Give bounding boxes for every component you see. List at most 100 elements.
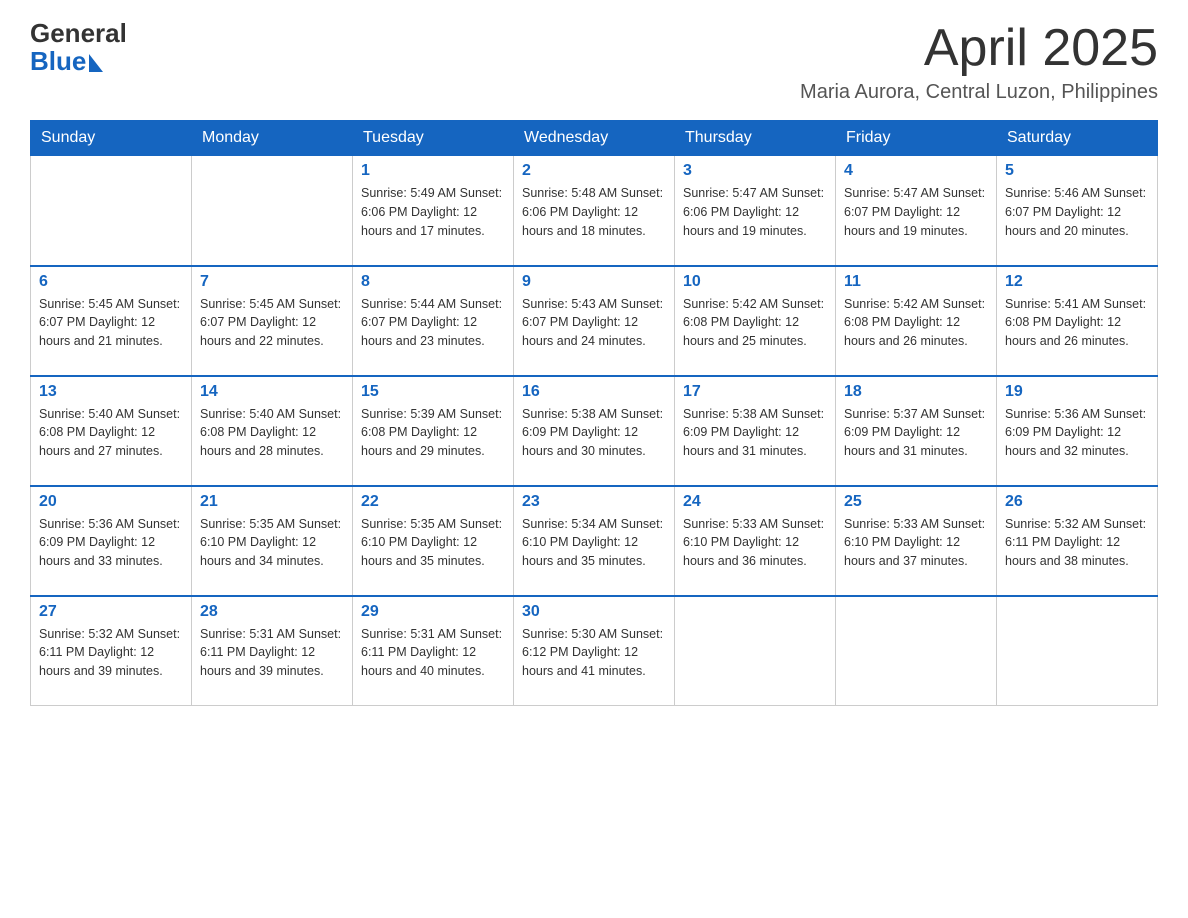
- day-number: 14: [200, 383, 344, 401]
- day-number: 23: [522, 493, 666, 511]
- calendar-header-friday: Friday: [836, 121, 997, 156]
- calendar-header-saturday: Saturday: [997, 121, 1158, 156]
- day-info: Sunrise: 5:49 AM Sunset: 6:06 PM Dayligh…: [361, 184, 505, 240]
- calendar-cell: 18 Sunrise: 5:37 AM Sunset: 6:09 PM Dayli…: [836, 376, 997, 486]
- day-info: Sunrise: 5:32 AM Sunset: 6:11 PM Dayligh…: [1005, 515, 1149, 571]
- calendar-cell: 29 Sunrise: 5:31 AM Sunset: 6:11 PM Dayli…: [353, 596, 514, 706]
- day-number: 4: [844, 162, 988, 180]
- day-number: 25: [844, 493, 988, 511]
- calendar-cell: 25 Sunrise: 5:33 AM Sunset: 6:10 PM Dayli…: [836, 486, 997, 596]
- calendar-cell: 19 Sunrise: 5:36 AM Sunset: 6:09 PM Dayli…: [997, 376, 1158, 486]
- day-info: Sunrise: 5:38 AM Sunset: 6:09 PM Dayligh…: [683, 405, 827, 461]
- calendar-cell: 26Sunrise: 5:32 AM Sunset: 6:11 PM Dayli…: [997, 486, 1158, 596]
- day-info: Sunrise: 5:33 AM Sunset: 6:10 PM Dayligh…: [844, 515, 988, 571]
- calendar-cell: 9Sunrise: 5:43 AM Sunset: 6:07 PM Daylig…: [514, 266, 675, 376]
- calendar-header-thursday: Thursday: [675, 121, 836, 156]
- calendar-cell: [192, 156, 353, 266]
- day-number: 1: [361, 162, 505, 180]
- calendar-cell: 1 Sunrise: 5:49 AM Sunset: 6:06 PM Daylig…: [353, 156, 514, 266]
- day-number: 15: [361, 383, 505, 401]
- calendar-week-row: 6 Sunrise: 5:45 AM Sunset: 6:07 PM Daylig…: [31, 266, 1158, 376]
- day-info: Sunrise: 5:42 AM Sunset: 6:08 PM Dayligh…: [683, 295, 827, 351]
- calendar-table: SundayMondayTuesdayWednesdayThursdayFrid…: [30, 120, 1158, 706]
- calendar-cell: 11Sunrise: 5:42 AM Sunset: 6:08 PM Dayli…: [836, 266, 997, 376]
- calendar-cell: [31, 156, 192, 266]
- day-number: 8: [361, 273, 505, 291]
- day-number: 28: [200, 603, 344, 621]
- day-number: 11: [844, 273, 988, 291]
- calendar-cell: 13 Sunrise: 5:40 AM Sunset: 6:08 PM Dayli…: [31, 376, 192, 486]
- day-info: Sunrise: 5:31 AM Sunset: 6:11 PM Dayligh…: [361, 625, 505, 681]
- location-title: Maria Aurora, Central Luzon, Philippines: [800, 81, 1158, 104]
- day-info: Sunrise: 5:31 AM Sunset: 6:11 PM Dayligh…: [200, 625, 344, 681]
- day-info: Sunrise: 5:47 AM Sunset: 6:07 PM Dayligh…: [844, 184, 988, 240]
- day-number: 7: [200, 273, 344, 291]
- day-info: Sunrise: 5:36 AM Sunset: 6:09 PM Dayligh…: [39, 515, 183, 571]
- calendar-header-tuesday: Tuesday: [353, 121, 514, 156]
- calendar-cell: 5 Sunrise: 5:46 AM Sunset: 6:07 PM Daylig…: [997, 156, 1158, 266]
- day-number: 27: [39, 603, 183, 621]
- logo-arrow-icon: [89, 54, 103, 72]
- day-info: Sunrise: 5:45 AM Sunset: 6:07 PM Dayligh…: [39, 295, 183, 351]
- day-info: Sunrise: 5:36 AM Sunset: 6:09 PM Dayligh…: [1005, 405, 1149, 461]
- calendar-cell: 30Sunrise: 5:30 AM Sunset: 6:12 PM Dayli…: [514, 596, 675, 706]
- day-info: Sunrise: 5:39 AM Sunset: 6:08 PM Dayligh…: [361, 405, 505, 461]
- calendar-cell: 2Sunrise: 5:48 AM Sunset: 6:06 PM Daylig…: [514, 156, 675, 266]
- day-info: Sunrise: 5:47 AM Sunset: 6:06 PM Dayligh…: [683, 184, 827, 240]
- calendar-cell: 20 Sunrise: 5:36 AM Sunset: 6:09 PM Dayli…: [31, 486, 192, 596]
- calendar-cell: 16 Sunrise: 5:38 AM Sunset: 6:09 PM Dayli…: [514, 376, 675, 486]
- calendar-cell: 3 Sunrise: 5:47 AM Sunset: 6:06 PM Daylig…: [675, 156, 836, 266]
- calendar-cell: 17 Sunrise: 5:38 AM Sunset: 6:09 PM Dayli…: [675, 376, 836, 486]
- day-number: 18: [844, 383, 988, 401]
- calendar-header-row: SundayMondayTuesdayWednesdayThursdayFrid…: [31, 121, 1158, 156]
- day-number: 13: [39, 383, 183, 401]
- day-info: Sunrise: 5:45 AM Sunset: 6:07 PM Dayligh…: [200, 295, 344, 351]
- calendar-cell: 8 Sunrise: 5:44 AM Sunset: 6:07 PM Daylig…: [353, 266, 514, 376]
- calendar-cell: [675, 596, 836, 706]
- day-info: Sunrise: 5:32 AM Sunset: 6:11 PM Dayligh…: [39, 625, 183, 681]
- day-number: 10: [683, 273, 827, 291]
- day-info: Sunrise: 5:40 AM Sunset: 6:08 PM Dayligh…: [200, 405, 344, 461]
- day-number: 19: [1005, 383, 1149, 401]
- calendar-cell: 7 Sunrise: 5:45 AM Sunset: 6:07 PM Daylig…: [192, 266, 353, 376]
- day-number: 20: [39, 493, 183, 511]
- day-info: Sunrise: 5:38 AM Sunset: 6:09 PM Dayligh…: [522, 405, 666, 461]
- calendar-cell: 24 Sunrise: 5:33 AM Sunset: 6:10 PM Dayli…: [675, 486, 836, 596]
- calendar-cell: 15 Sunrise: 5:39 AM Sunset: 6:08 PM Dayli…: [353, 376, 514, 486]
- calendar-cell: 28 Sunrise: 5:31 AM Sunset: 6:11 PM Dayli…: [192, 596, 353, 706]
- calendar-cell: 14 Sunrise: 5:40 AM Sunset: 6:08 PM Dayli…: [192, 376, 353, 486]
- calendar-cell: 23Sunrise: 5:34 AM Sunset: 6:10 PM Dayli…: [514, 486, 675, 596]
- logo-general-text: General: [30, 20, 127, 46]
- day-info: Sunrise: 5:40 AM Sunset: 6:08 PM Dayligh…: [39, 405, 183, 461]
- logo-blue-text: Blue: [30, 46, 86, 77]
- calendar-week-row: 20 Sunrise: 5:36 AM Sunset: 6:09 PM Dayli…: [31, 486, 1158, 596]
- day-number: 29: [361, 603, 505, 621]
- day-info: Sunrise: 5:37 AM Sunset: 6:09 PM Dayligh…: [844, 405, 988, 461]
- day-number: 24: [683, 493, 827, 511]
- title-area: April 2025 Maria Aurora, Central Luzon, …: [800, 20, 1158, 104]
- day-info: Sunrise: 5:44 AM Sunset: 6:07 PM Dayligh…: [361, 295, 505, 351]
- day-number: 12: [1005, 273, 1149, 291]
- calendar-cell: 27 Sunrise: 5:32 AM Sunset: 6:11 PM Dayli…: [31, 596, 192, 706]
- calendar-header-sunday: Sunday: [31, 121, 192, 156]
- day-number: 6: [39, 273, 183, 291]
- day-number: 30: [522, 603, 666, 621]
- calendar-week-row: 27 Sunrise: 5:32 AM Sunset: 6:11 PM Dayli…: [31, 596, 1158, 706]
- calendar-cell: 22Sunrise: 5:35 AM Sunset: 6:10 PM Dayli…: [353, 486, 514, 596]
- day-number: 16: [522, 383, 666, 401]
- calendar-cell: 12 Sunrise: 5:41 AM Sunset: 6:08 PM Dayli…: [997, 266, 1158, 376]
- calendar-cell: [836, 596, 997, 706]
- calendar-week-row: 1 Sunrise: 5:49 AM Sunset: 6:06 PM Daylig…: [31, 156, 1158, 266]
- day-number: 5: [1005, 162, 1149, 180]
- day-info: Sunrise: 5:33 AM Sunset: 6:10 PM Dayligh…: [683, 515, 827, 571]
- day-info: Sunrise: 5:46 AM Sunset: 6:07 PM Dayligh…: [1005, 184, 1149, 240]
- calendar-header-wednesday: Wednesday: [514, 121, 675, 156]
- month-title: April 2025: [800, 20, 1158, 77]
- day-number: 17: [683, 383, 827, 401]
- calendar-cell: [997, 596, 1158, 706]
- calendar-cell: 6 Sunrise: 5:45 AM Sunset: 6:07 PM Daylig…: [31, 266, 192, 376]
- day-info: Sunrise: 5:41 AM Sunset: 6:08 PM Dayligh…: [1005, 295, 1149, 351]
- day-number: 9: [522, 273, 666, 291]
- day-number: 22: [361, 493, 505, 511]
- day-number: 3: [683, 162, 827, 180]
